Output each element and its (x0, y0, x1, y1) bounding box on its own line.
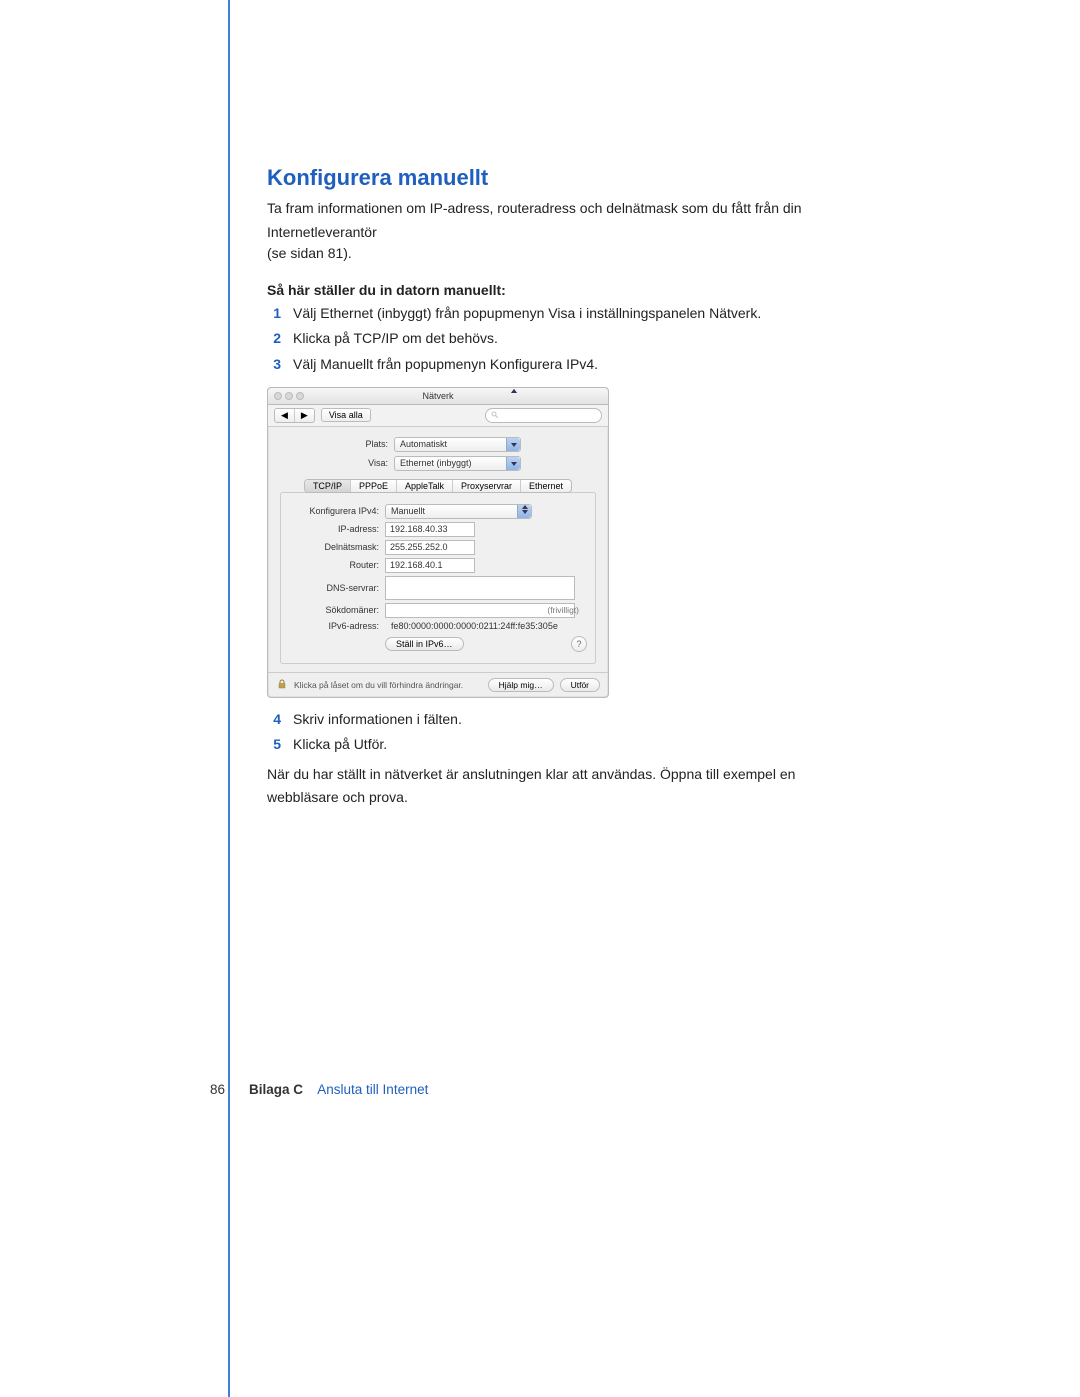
window-title: Nätverk (268, 391, 608, 401)
network-pane: Nätverk ◀ ▶ Visa alla Plats: (267, 387, 609, 698)
show-popup-value: Ethernet (inbyggt) (400, 458, 472, 468)
step-4-text: Skriv informationen i fälten. (293, 710, 462, 730)
outro-line-2: webbläsare och prova. (267, 788, 887, 808)
router-field[interactable]: 192.168.40.1 (385, 558, 475, 573)
step-1-number: 1 (267, 304, 281, 324)
router-label: Router: (289, 560, 379, 570)
ip-label: IP-adress: (289, 524, 379, 534)
appendix-label: Bilaga C (249, 1082, 303, 1097)
search-icon (491, 411, 499, 419)
configure-popup[interactable]: Manuellt (385, 504, 532, 519)
tabs-bar: TCP/IP PPPoE AppleTalk Proxyservrar Ethe… (280, 479, 596, 493)
lock-icon[interactable] (276, 678, 288, 692)
pane-bottom-strip: Klicka på låset om du vill förhindra änd… (268, 672, 608, 697)
step-4-number: 4 (267, 710, 281, 730)
tab-tcpip[interactable]: TCP/IP (305, 480, 350, 492)
intro-line-2: Internetleverantör (267, 223, 887, 243)
tcpip-panel: Konfigurera IPv4: Manuellt IP-adress: 19… (280, 492, 596, 664)
ip-field[interactable]: 192.168.40.33 (385, 522, 475, 537)
page-number: 86 (195, 1082, 225, 1097)
subheading: Så här ställer du in datorn manuellt: (267, 282, 887, 298)
vertical-rule (228, 0, 230, 1397)
intro-line-1: Ta fram informationen om IP-adress, rout… (267, 199, 887, 219)
show-label: Visa: (268, 458, 388, 468)
step-1-text: Välj Ethernet (inbyggt) från popupmenyn … (293, 304, 761, 324)
step-2: 2 Klicka på TCP/IP om det behövs. (267, 329, 887, 349)
page-footer: 86 Bilaga C Ansluta till Internet (195, 1082, 428, 1097)
page-title: Konfigurera manuellt (267, 165, 887, 191)
show-popup[interactable]: Ethernet (inbyggt) (394, 456, 521, 471)
help-icon[interactable]: ? (571, 636, 587, 652)
location-popup[interactable]: Automatiskt (394, 437, 521, 452)
show-all-button[interactable]: Visa alla (321, 408, 371, 422)
tab-appletalk[interactable]: AppleTalk (396, 480, 452, 492)
configure-label: Konfigurera IPv4: (289, 506, 379, 516)
search-domains-label: Sökdomäner: (289, 605, 379, 615)
lock-text: Klicka på låset om du vill förhindra änd… (294, 680, 463, 690)
dns-label: DNS-servrar: (289, 583, 379, 593)
step-5-text: Klicka på Utför. (293, 735, 387, 755)
tab-ethernet[interactable]: Ethernet (520, 480, 571, 492)
step-1: 1 Välj Ethernet (inbyggt) från popupmeny… (267, 304, 887, 324)
window-traffic-lights (274, 392, 304, 400)
intro-line-3: (se sidan 81). (267, 244, 887, 264)
popup-caret-icon (506, 438, 520, 451)
location-popup-value: Automatiskt (400, 439, 447, 449)
search-input[interactable] (485, 408, 602, 423)
step-3: 3 Välj Manuellt från popupmenyn Konfigur… (267, 355, 887, 375)
step-5-number: 5 (267, 735, 281, 755)
window-titlebar: Nätverk (268, 388, 608, 405)
nav-back-forward[interactable]: ◀ ▶ (274, 408, 315, 423)
ipv6-label: IPv6-adress: (289, 621, 379, 631)
steps-list-continued: 4 Skriv informationen i fälten. 5 Klicka… (267, 710, 887, 755)
configure-popup-value: Manuellt (391, 506, 425, 516)
step-3-text: Välj Manuellt från popupmenyn Konfigurer… (293, 355, 598, 375)
subnet-field[interactable]: 255.255.252.0 (385, 540, 475, 555)
back-button[interactable]: ◀ (275, 409, 294, 422)
forward-button[interactable]: ▶ (294, 409, 314, 422)
steps-list: 1 Välj Ethernet (inbyggt) från popupmeny… (267, 304, 887, 375)
popup-caret-icon (517, 505, 531, 518)
dns-field[interactable] (385, 576, 575, 600)
step-2-number: 2 (267, 329, 281, 349)
apply-button[interactable]: Utför (560, 678, 600, 692)
minimize-icon[interactable] (285, 392, 293, 400)
subnet-label: Delnätsmask: (289, 542, 379, 552)
tab-pppoe[interactable]: PPPoE (350, 480, 396, 492)
step-2-text: Klicka på TCP/IP om det behövs. (293, 329, 498, 349)
popup-caret-icon (506, 457, 520, 470)
ipv6-value: fe80:0000:0000:0000:0211:24ff:fe35:305e (391, 621, 558, 631)
toolbar: ◀ ▶ Visa alla (268, 405, 608, 427)
outro-line-1: När du har ställt in nätverket är anslut… (267, 765, 887, 785)
help-me-button[interactable]: Hjälp mig… (488, 678, 554, 692)
location-label: Plats: (268, 439, 388, 449)
appendix-name: Ansluta till Internet (317, 1082, 428, 1097)
close-icon[interactable] (274, 392, 282, 400)
step-4: 4 Skriv informationen i fälten. (267, 710, 887, 730)
tab-proxyservrar[interactable]: Proxyservrar (452, 480, 520, 492)
zoom-icon[interactable] (296, 392, 304, 400)
step-3-number: 3 (267, 355, 281, 375)
optional-hint: (frivilligt) (547, 605, 579, 615)
step-5: 5 Klicka på Utför. (267, 735, 887, 755)
network-pane-screenshot: Nätverk ◀ ▶ Visa alla Plats: (267, 387, 887, 698)
configure-ipv6-button[interactable]: Ställ in IPv6… (385, 637, 464, 651)
